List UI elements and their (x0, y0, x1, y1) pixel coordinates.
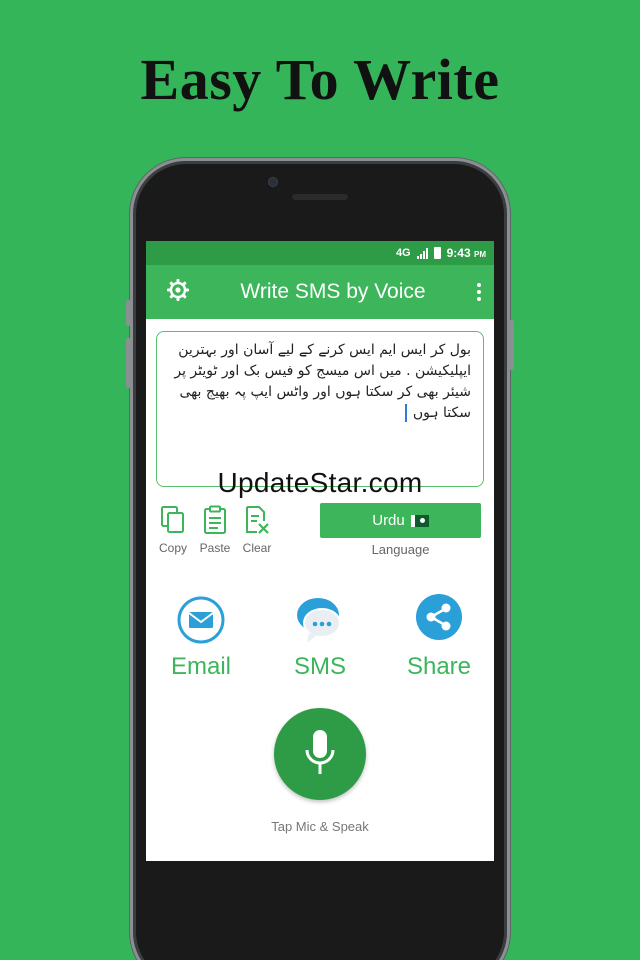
app-screen: 4G 9:43 PM Write SMS by Voice بول کر ایس… (146, 241, 494, 861)
copy-label: Copy (158, 541, 187, 555)
edit-tools: Copy Paste Clear (158, 505, 272, 555)
paste-icon (204, 505, 226, 534)
headline: Easy To Write (140, 47, 500, 112)
gear-icon[interactable] (166, 278, 190, 307)
app-bar: Write SMS by Voice (146, 265, 494, 319)
battery-icon (433, 247, 441, 259)
sms-button[interactable]: SMS (265, 593, 375, 681)
paste-button[interactable]: Paste (200, 505, 230, 555)
sms-icon (297, 598, 341, 643)
clear-icon (246, 506, 269, 534)
phone-side-button (126, 300, 131, 326)
language-caption: Language (371, 542, 430, 557)
share-options: Email SMS Share (146, 593, 494, 683)
phone-power-button (509, 320, 514, 370)
mic-caption: Tap Mic & Speak (271, 819, 369, 834)
email-label: Email (170, 653, 231, 680)
paste-label: Paste (199, 541, 231, 555)
message-line: سکتا ہوں (169, 403, 471, 424)
watermark: UpdateStar.com (217, 467, 423, 498)
clear-label: Clear (242, 541, 272, 555)
message-line: شیئر بھی کر سکتا ہوں اور واٹس ایپ پہ بھی… (179, 384, 471, 400)
language-label: Urdu (372, 512, 405, 529)
email-icon (177, 596, 225, 644)
more-vert-icon[interactable] (476, 283, 482, 301)
message-line: ایپلیکیشن . میں اس میسج کو فیس بک اور ٹو… (174, 363, 471, 379)
phone-volume-button (126, 338, 131, 388)
front-camera (268, 177, 278, 187)
copy-button[interactable]: Copy (158, 505, 188, 555)
text-caret (404, 404, 407, 422)
earpiece (292, 194, 348, 200)
share-button[interactable]: Share (384, 593, 494, 681)
microphone-icon (305, 730, 335, 774)
message-input[interactable]: بول کر ایس ایم ایس کرنے کے لیے آسان اور … (156, 331, 484, 487)
sms-label: SMS (293, 653, 346, 680)
signal-icon (416, 247, 428, 259)
status-time: 9:43 PM (446, 246, 486, 260)
pakistan-flag-icon (410, 514, 429, 527)
app-title: Write SMS by Voice (240, 280, 426, 303)
message-line: بول کر ایس ایم ایس کرنے کے لیے آسان اور … (178, 342, 471, 358)
share-icon (416, 594, 462, 640)
status-bar: 4G 9:43 PM (146, 241, 494, 265)
email-button[interactable]: Email (146, 593, 256, 681)
clear-button[interactable]: Clear (242, 505, 272, 555)
mic-button[interactable] (274, 708, 366, 800)
copy-icon (161, 506, 184, 533)
share-label: Share (406, 653, 472, 680)
network-type: 4G (395, 247, 411, 259)
language-button[interactable]: Urdu (320, 503, 481, 538)
